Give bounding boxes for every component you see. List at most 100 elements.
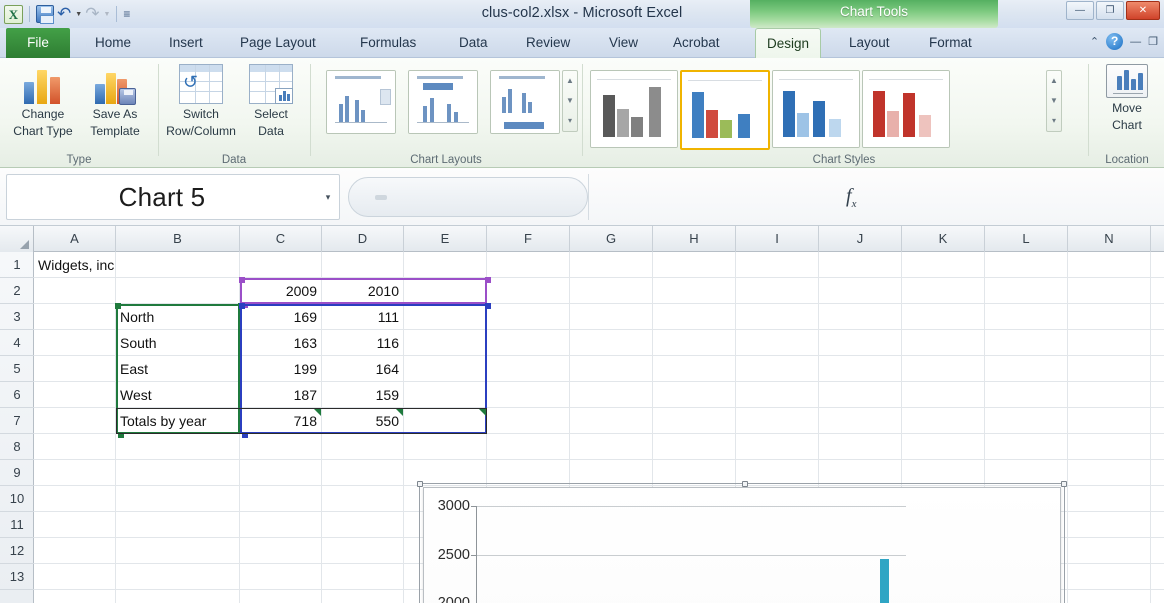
tab-insert[interactable]: Insert [158, 28, 214, 58]
minimize-window-icon[interactable]: — [1130, 36, 1141, 48]
customize-qat-icon[interactable]: ≡ [123, 5, 130, 23]
column-header-H[interactable]: H [653, 226, 736, 252]
save-icon[interactable] [36, 5, 54, 24]
cell-A1[interactable]: Widgets, inc [34, 252, 116, 278]
row-header-11[interactable]: 11 [0, 512, 34, 538]
chart-styles-scroll[interactable]: ▲ ▼ ▾ [1046, 70, 1062, 132]
chart-style-option-4[interactable] [862, 70, 950, 148]
styles-scroll-down-icon[interactable]: ▼ [1047, 91, 1061, 111]
switch-row-column-button[interactable]: ↺ Switch Row/Column [164, 64, 238, 138]
row-header-6[interactable]: 6 [0, 382, 34, 408]
cell-B3[interactable]: North [116, 304, 240, 330]
cell-D3[interactable]: 111 [322, 304, 404, 330]
column-header-B[interactable]: B [116, 226, 240, 252]
chart-layout-option-1[interactable] [326, 70, 396, 134]
tab-acrobat[interactable]: Acrobat [662, 28, 731, 58]
tab-format[interactable]: Format [918, 28, 983, 58]
change-chart-type-button[interactable]: Change Chart Type [6, 64, 80, 138]
column-header-D[interactable]: D [322, 226, 404, 252]
name-box[interactable]: Chart 5 ▾ [6, 174, 340, 220]
cell-C5[interactable]: 199 [240, 356, 322, 382]
restore-button[interactable]: ❐ [1096, 1, 1124, 20]
column-header-F[interactable]: F [487, 226, 570, 252]
layouts-scroll-down-icon[interactable]: ▼ [563, 91, 577, 111]
chart-object[interactable]: 0500100015002000250030002009201020112012… [423, 487, 1061, 603]
cell-C3[interactable]: 169 [240, 304, 322, 330]
tab-view[interactable]: View [598, 28, 649, 58]
tab-review[interactable]: Review [515, 28, 581, 58]
cell-B6[interactable]: West [116, 382, 240, 408]
cell-D2[interactable]: 2010 [322, 278, 404, 304]
undo-dropdown-icon[interactable]: ▼ [75, 11, 82, 18]
tab-design[interactable]: Design [755, 28, 822, 58]
excel-logo-icon[interactable]: X [4, 4, 23, 24]
layouts-more-icon[interactable]: ▾ [563, 111, 577, 131]
column-header-K[interactable]: K [902, 226, 985, 252]
chart-gridline [476, 506, 906, 507]
chart-layout-option-3[interactable] [490, 70, 560, 134]
chart-style-option-3[interactable] [772, 70, 860, 148]
cell-C7[interactable]: 718 [240, 408, 322, 434]
cell-B7[interactable]: Totals by year [116, 408, 240, 434]
tab-page-layout[interactable]: Page Layout [229, 28, 327, 58]
layouts-scroll-up-icon[interactable]: ▲ [563, 71, 577, 91]
cell-B4[interactable]: South [116, 330, 240, 356]
row-header-2[interactable]: 2 [0, 278, 34, 304]
save-as-template-button[interactable]: Save As Template [78, 64, 152, 138]
tab-home[interactable]: Home [84, 28, 142, 58]
tab-layout[interactable]: Layout [838, 28, 901, 58]
cell-C2[interactable]: 2009 [240, 278, 322, 304]
undo-icon[interactable]: ↶ [57, 5, 71, 23]
minimize-ribbon-icon[interactable]: ⌃ [1090, 35, 1099, 48]
column-header-I[interactable]: I [736, 226, 819, 252]
chart-layouts-scroll[interactable]: ▲ ▼ ▾ [562, 70, 578, 132]
move-chart-line2: Chart [1112, 118, 1142, 132]
column-header-N[interactable]: N [1068, 226, 1151, 252]
chart-style-option-1[interactable] [590, 70, 678, 148]
column-header-A[interactable]: A [34, 226, 116, 252]
cell-D6[interactable]: 159 [322, 382, 404, 408]
cell-D4[interactable]: 116 [322, 330, 404, 356]
row-header-9[interactable]: 9 [0, 460, 34, 486]
cell-C4[interactable]: 163 [240, 330, 322, 356]
minimize-button[interactable]: — [1066, 1, 1094, 20]
close-button[interactable]: ✕ [1126, 1, 1160, 20]
styles-scroll-up-icon[interactable]: ▲ [1047, 71, 1061, 91]
cell-B5[interactable]: East [116, 356, 240, 382]
tab-formulas[interactable]: Formulas [349, 28, 427, 58]
row-header-1[interactable]: 1 [0, 252, 34, 278]
grid-line-vertical [1067, 252, 1068, 603]
select-data-button[interactable]: Select Data [234, 64, 308, 138]
formula-input[interactable] [348, 177, 588, 217]
grid-line-horizontal [34, 277, 1164, 278]
cell-C6[interactable]: 187 [240, 382, 322, 408]
restore-window-icon[interactable]: ❐ [1148, 35, 1158, 48]
cell-D5[interactable]: 164 [322, 356, 404, 382]
column-header-L[interactable]: L [985, 226, 1068, 252]
column-header-G[interactable]: G [570, 226, 653, 252]
row-header-3[interactable]: 3 [0, 304, 34, 330]
row-header-4[interactable]: 4 [0, 330, 34, 356]
tab-data[interactable]: Data [448, 28, 499, 58]
styles-more-icon[interactable]: ▾ [1047, 111, 1061, 131]
chart-style-option-2[interactable] [680, 70, 770, 150]
column-header-C[interactable]: C [240, 226, 322, 252]
select-all-corner[interactable] [0, 226, 34, 252]
row-header-12[interactable]: 12 [0, 538, 34, 564]
row-header-7[interactable]: 7 [0, 408, 34, 434]
insert-function-icon[interactable]: fx [846, 185, 856, 210]
row-header-8[interactable]: 8 [0, 434, 34, 460]
cell-D7[interactable]: 550 [322, 408, 404, 434]
move-chart-button[interactable]: Move Chart [1090, 64, 1164, 132]
name-box-dropdown-icon[interactable]: ▾ [317, 192, 339, 203]
row-header-10[interactable]: 10 [0, 486, 34, 512]
chart-bar-totals-by-year-Totals-by-region[interactable] [879, 559, 889, 603]
chart-layout-option-2[interactable] [408, 70, 478, 134]
row-header-13[interactable]: 13 [0, 564, 34, 590]
column-header-J[interactable]: J [819, 226, 902, 252]
row-header-5[interactable]: 5 [0, 356, 34, 382]
column-header-E[interactable]: E [404, 226, 487, 252]
save-as-template-line1: Save As [92, 107, 138, 121]
tab-file[interactable]: File [6, 28, 70, 58]
help-icon[interactable]: ? [1106, 33, 1124, 50]
